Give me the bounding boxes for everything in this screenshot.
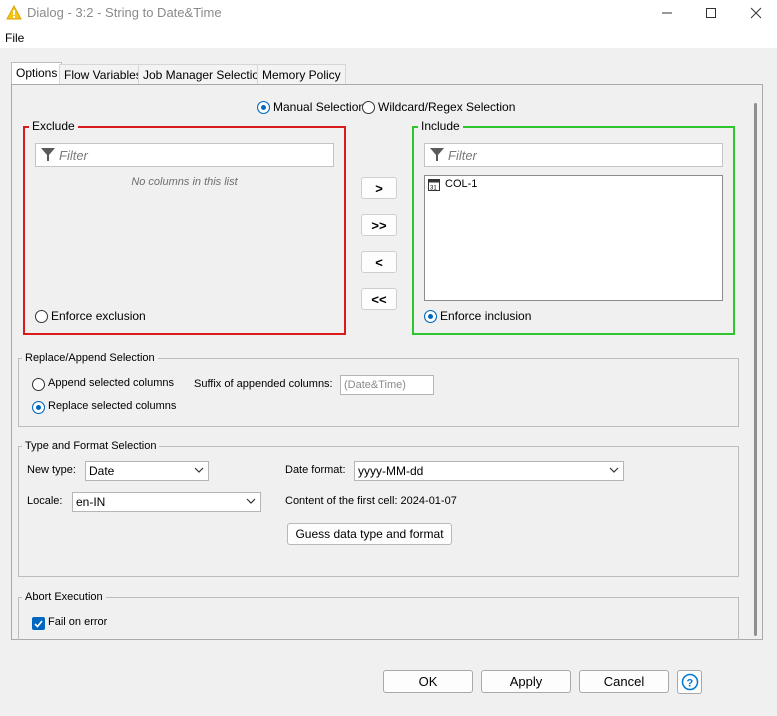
- fail-on-error-label: Fail on error: [48, 616, 108, 628]
- tab-memory-policy[interactable]: Memory Policy: [257, 64, 346, 84]
- date-format-label: Date format:: [285, 464, 346, 476]
- enforce-inclusion-radio[interactable]: [424, 310, 437, 323]
- suffix-input[interactable]: (Date&Time): [340, 375, 434, 395]
- list-item[interactable]: 31 COL-1: [426, 177, 506, 193]
- maximize-icon: [706, 8, 716, 18]
- tab-flow-variables[interactable]: Flow Variables: [59, 64, 147, 84]
- minimize-button[interactable]: [652, 2, 682, 24]
- append-columns-label: Append selected columns: [48, 377, 174, 389]
- apply-button[interactable]: Apply: [481, 670, 571, 693]
- calendar-icon: 31: [428, 179, 440, 191]
- manual-selection-radio[interactable]: [257, 101, 270, 114]
- chevron-down-icon: [194, 467, 204, 473]
- svg-text:31: 31: [430, 186, 437, 192]
- guess-format-button[interactable]: Guess data type and format: [287, 523, 452, 545]
- include-column-list[interactable]: 31 COL-1: [424, 175, 723, 301]
- exclude-title: Exclude: [29, 119, 78, 133]
- fail-on-error-checkbox[interactable]: [32, 617, 45, 630]
- help-icon: ?: [681, 673, 698, 691]
- move-all-left-button[interactable]: <<: [361, 288, 397, 310]
- menu-bar: File: [0, 28, 777, 48]
- date-format-value: yyyy-MM-dd: [358, 464, 424, 478]
- window-title: Dialog - 3:2 - String to Date&Time: [27, 5, 222, 20]
- new-type-label: New type:: [27, 464, 76, 476]
- new-type-select[interactable]: Date: [85, 461, 209, 481]
- tab-job-manager-selection[interactable]: Job Manager Selection: [138, 64, 271, 84]
- scrollbar-thumb[interactable]: [754, 103, 757, 636]
- wildcard-selection-label: Wildcard/Regex Selection: [378, 100, 516, 114]
- svg-text:?: ?: [686, 678, 693, 690]
- close-button[interactable]: [741, 2, 771, 24]
- locale-value: en-IN: [76, 495, 106, 509]
- new-type-value: Date: [89, 464, 115, 478]
- locale-label: Locale:: [27, 495, 63, 507]
- exclude-filter-placeholder: Filter: [59, 148, 88, 163]
- menu-file[interactable]: File: [5, 31, 24, 45]
- enforce-exclusion-radio[interactable]: [35, 310, 48, 323]
- chevron-down-icon: [609, 467, 619, 473]
- append-columns-radio[interactable]: [32, 378, 45, 391]
- manual-selection-label: Manual Selection: [273, 100, 366, 114]
- maximize-button[interactable]: [696, 2, 726, 24]
- locale-select[interactable]: en-IN: [72, 492, 261, 512]
- tab-options[interactable]: Options: [11, 62, 63, 85]
- exclude-filter-input[interactable]: Filter: [35, 143, 334, 167]
- include-title: Include: [418, 119, 463, 133]
- close-icon: [750, 7, 762, 19]
- replace-columns-radio[interactable]: [32, 401, 45, 414]
- minimize-icon: [662, 12, 672, 14]
- checkmark-icon: [34, 620, 43, 628]
- replace-append-title: Replace/Append Selection: [22, 352, 158, 364]
- column-name: COL-1: [445, 178, 478, 190]
- replace-columns-label: Replace selected columns: [48, 400, 177, 412]
- exclude-empty-text: No columns in this list: [131, 176, 238, 188]
- filter-icon: [430, 148, 444, 161]
- move-all-right-button[interactable]: >>: [361, 214, 397, 236]
- suffix-label: Suffix of appended columns:: [194, 378, 333, 390]
- first-cell-content: Content of the first cell: 2024-01-07: [285, 495, 457, 507]
- include-filter-placeholder: Filter: [448, 148, 477, 163]
- type-format-title: Type and Format Selection: [22, 440, 160, 452]
- cancel-button[interactable]: Cancel: [579, 670, 669, 693]
- enforce-inclusion-label: Enforce inclusion: [440, 309, 532, 323]
- wildcard-selection-radio[interactable]: [362, 101, 375, 114]
- chevron-down-icon: [246, 498, 256, 504]
- warning-triangle-icon: [6, 5, 22, 20]
- abort-execution-title: Abort Execution: [22, 591, 106, 603]
- enforce-exclusion-label: Enforce exclusion: [51, 309, 146, 323]
- move-left-button[interactable]: <: [361, 251, 397, 273]
- title-bar: Dialog - 3:2 - String to Date&Time: [0, 0, 777, 26]
- date-format-select[interactable]: yyyy-MM-dd: [354, 461, 624, 481]
- help-button[interactable]: ?: [677, 670, 702, 694]
- ok-button[interactable]: OK: [383, 670, 473, 693]
- move-right-button[interactable]: >: [361, 177, 397, 199]
- include-filter-input[interactable]: Filter: [424, 143, 723, 167]
- filter-icon: [41, 148, 55, 161]
